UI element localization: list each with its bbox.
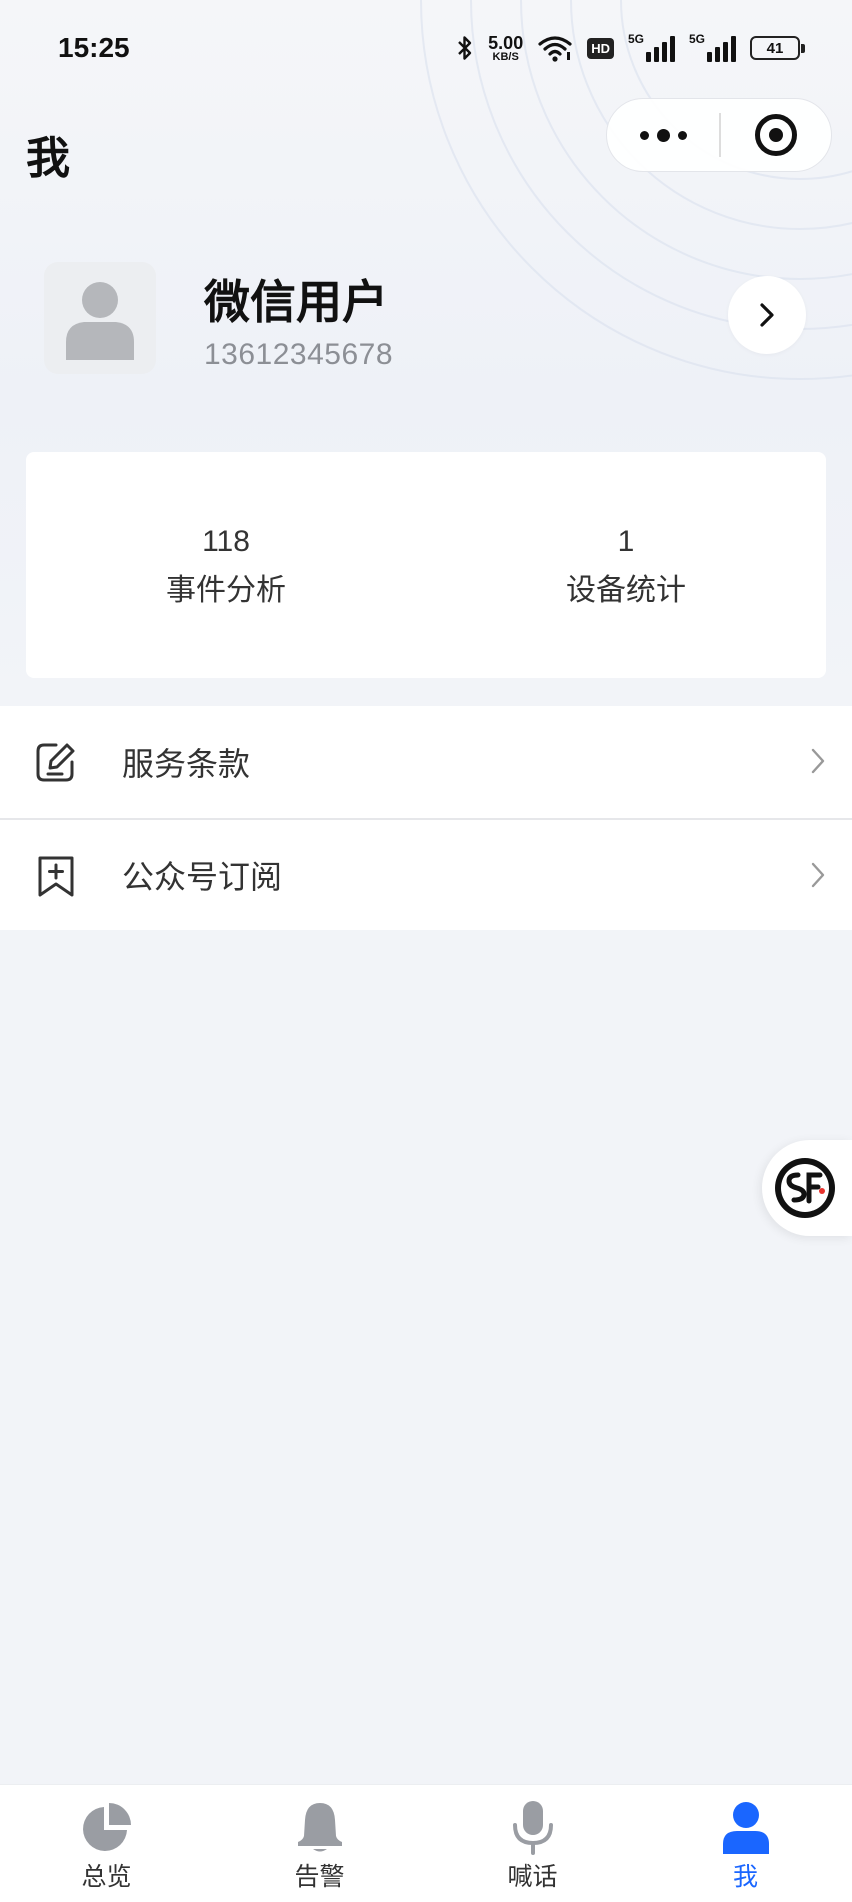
- status-icons: 5.00 KB/S HD 5G 5G 41: [456, 30, 805, 66]
- status-time: 15:25: [58, 32, 130, 63]
- stat-value: 118: [202, 524, 250, 558]
- battery-level: 41: [766, 39, 784, 57]
- sf-logo-icon: [775, 1158, 835, 1218]
- tab-label: 我: [732, 1862, 758, 1891]
- wifi-icon: [537, 34, 573, 62]
- page-title: 我: [26, 133, 70, 184]
- tab-label: 告警: [294, 1862, 345, 1891]
- settings-menu: 服务条款 公众号订阅: [0, 706, 852, 930]
- bell-icon: [292, 1799, 348, 1855]
- stats-card: 118 事件分析 1 设备统计: [26, 452, 826, 678]
- signal-5g-icon-1: 5G: [628, 32, 675, 62]
- stat-label: 设备统计: [566, 572, 686, 608]
- chevron-right-icon: [760, 303, 774, 327]
- chevron-right-icon: [811, 862, 825, 888]
- floating-sf-button[interactable]: [762, 1140, 852, 1236]
- signal-5g-icon-2: 5G: [689, 32, 736, 62]
- status-bar: 15:25 5.00 KB/S HD 5G 5G 41: [0, 0, 852, 100]
- bluetooth-icon: [456, 34, 474, 62]
- menu-label: 公众号订阅: [122, 858, 283, 896]
- menu-item-terms[interactable]: 服务条款: [0, 706, 852, 818]
- menu-label: 服务条款: [122, 745, 251, 783]
- tab-bar: 总览 告警 喊话 我: [0, 1784, 852, 1902]
- avatar[interactable]: [44, 262, 156, 374]
- username: 微信用户: [204, 275, 388, 329]
- chevron-right-icon: [811, 748, 825, 774]
- tab-broadcast[interactable]: 喊话: [426, 1785, 639, 1902]
- miniprogram-capsule: [606, 98, 832, 172]
- target-icon: [754, 114, 797, 156]
- stat-event-analysis[interactable]: 118 事件分析: [26, 452, 426, 678]
- tab-label: 总览: [81, 1862, 132, 1891]
- microphone-icon: [505, 1799, 561, 1855]
- menu-item-subscription[interactable]: 公众号订阅: [0, 818, 852, 930]
- tab-alarm[interactable]: 告警: [213, 1785, 426, 1902]
- stat-value: 1: [617, 524, 635, 558]
- profile-detail-button[interactable]: [728, 276, 806, 354]
- close-miniprogram-button[interactable]: [721, 99, 832, 171]
- default-avatar-icon: [66, 282, 134, 360]
- hd-badge: HD: [587, 37, 614, 59]
- edit-document-icon: [36, 743, 75, 782]
- tab-label: 喊话: [507, 1862, 558, 1891]
- phone-number: 13612345678: [204, 338, 394, 371]
- bookmark-add-icon: [38, 856, 74, 897]
- tab-me[interactable]: 我: [639, 1785, 852, 1902]
- user-icon: [718, 1799, 774, 1855]
- battery-icon: 41: [750, 36, 805, 60]
- pie-chart-icon: [79, 1799, 135, 1855]
- stat-device-count[interactable]: 1 设备统计: [426, 452, 826, 678]
- network-speed: 5.00 KB/S: [488, 32, 524, 63]
- stat-label: 事件分析: [166, 572, 286, 608]
- tab-overview[interactable]: 总览: [0, 1785, 213, 1902]
- more-dots-icon[interactable]: [607, 99, 719, 171]
